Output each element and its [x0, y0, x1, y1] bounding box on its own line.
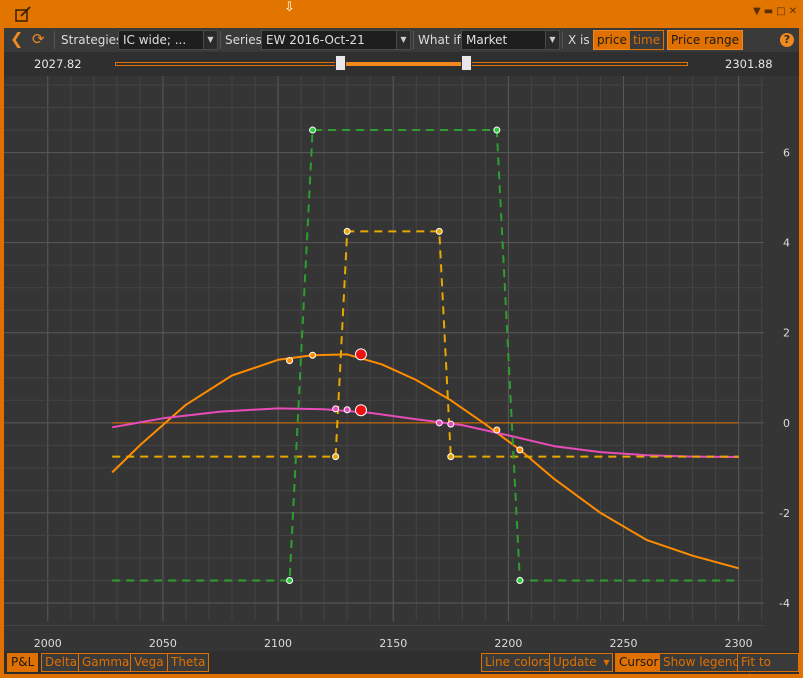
- tab-vega[interactable]: Vega: [130, 653, 168, 672]
- y-tick-label: 4: [783, 237, 790, 250]
- x-tick-label: 2150: [379, 637, 407, 650]
- cursor-point[interactable]: [354, 404, 367, 417]
- series-select[interactable]: EW 2016-Oct-21 ▼: [261, 30, 411, 50]
- tab-gamma[interactable]: Gamma: [78, 653, 134, 672]
- curve-point[interactable]: [435, 227, 443, 235]
- y-tick-label: -2: [779, 507, 790, 520]
- whatif-label: What if: [418, 33, 461, 47]
- update-button[interactable]: Update ▼: [549, 653, 614, 672]
- close-icon[interactable]: ✕: [789, 6, 797, 17]
- curve-point[interactable]: [435, 419, 443, 427]
- pin-icon[interactable]: ⇩: [284, 0, 295, 15]
- chevron-down-icon[interactable]: ▼: [203, 31, 217, 49]
- y-tick-label: 0: [783, 417, 790, 430]
- tab-pnl[interactable]: P&L: [7, 653, 39, 672]
- refresh-icon[interactable]: ⟳: [32, 30, 45, 50]
- curve-point[interactable]: [493, 126, 501, 134]
- line-colors-button[interactable]: Line colors: [481, 653, 554, 672]
- xis-label: X is: [568, 33, 590, 47]
- y-tick-label: -4: [779, 597, 790, 610]
- curve-point[interactable]: [447, 420, 455, 428]
- curve-point[interactable]: [332, 453, 340, 461]
- curve-point[interactable]: [286, 576, 294, 584]
- toolbar-divider: [562, 31, 563, 49]
- curve-point[interactable]: [493, 426, 501, 434]
- bottom-toolbar: P&L Delta Gamma Vega Theta Line colors U…: [4, 651, 799, 678]
- x-tick-label: 2100: [264, 637, 292, 650]
- series-line-1[interactable]: [112, 407, 739, 458]
- update-label: Update: [553, 655, 597, 669]
- series-line-0[interactable]: [111, 353, 739, 570]
- strategies-select[interactable]: IC wide; ... ▼: [118, 30, 218, 50]
- help-icon[interactable]: ?: [780, 33, 794, 47]
- time-button[interactable]: time: [629, 30, 665, 50]
- x-tick-label: 2050: [149, 637, 177, 650]
- x-tick-label: 2300: [725, 637, 753, 650]
- range-min-label: 2027.82: [34, 57, 82, 71]
- show-legend-button[interactable]: Show legend: [659, 653, 745, 672]
- chevron-down-icon: ▼: [603, 658, 610, 667]
- curve-point[interactable]: [309, 126, 317, 134]
- fit-to-view-button[interactable]: Fit to view: [737, 653, 799, 678]
- toolbar-divider: [220, 31, 221, 49]
- curve-point[interactable]: [332, 405, 340, 413]
- window-controls: ▼ ▬ □ ✕: [753, 6, 797, 17]
- curve-point[interactable]: [309, 351, 317, 359]
- minimize-icon[interactable]: ▬: [764, 6, 773, 17]
- x-tick-label: 2250: [610, 637, 638, 650]
- curve-point[interactable]: [343, 406, 351, 414]
- tab-delta[interactable]: Delta: [41, 653, 82, 672]
- whatif-value: Market: [466, 33, 508, 47]
- y-tick-label: 6: [783, 147, 790, 160]
- strategies-label: Strategies: [61, 33, 123, 47]
- price-button[interactable]: price: [593, 30, 631, 50]
- x-tick-label: 2000: [34, 637, 62, 650]
- dropdown-icon[interactable]: ▼: [753, 6, 761, 17]
- chevron-down-icon[interactable]: ▼: [396, 31, 410, 49]
- curve-point[interactable]: [286, 357, 294, 365]
- curve-point[interactable]: [516, 446, 524, 454]
- series-value: EW 2016-Oct-21: [266, 33, 365, 47]
- toolbar-divider: [413, 31, 414, 49]
- curve-point[interactable]: [447, 453, 455, 461]
- tab-theta[interactable]: Theta: [167, 653, 210, 672]
- cursor-point[interactable]: [354, 348, 367, 361]
- range-max-label: 2301.88: [725, 57, 773, 71]
- curve-point[interactable]: [343, 227, 351, 235]
- chevron-down-icon[interactable]: ▼: [545, 31, 559, 49]
- slider-high-handle[interactable]: [461, 55, 473, 71]
- slider-selected-range: [340, 62, 467, 66]
- back-arrow-icon[interactable]: ❮: [10, 30, 23, 50]
- x-tick-label: 2200: [494, 637, 522, 650]
- price-range-slider: 2027.82 2301.88: [4, 52, 799, 76]
- title-bar: ⇩ ▼ ▬ □ ✕: [0, 0, 803, 28]
- series-label: Series: [225, 33, 262, 47]
- toolbar-divider: [54, 31, 55, 49]
- chart-svg[interactable]: 2000 2050 2100 2150 2200 2250 2300 6 4 2 0 -2 -4: [4, 76, 799, 651]
- y-tick-label: 2: [783, 327, 790, 340]
- edit-window-icon[interactable]: [14, 5, 32, 23]
- whatif-select[interactable]: Market ▼: [461, 30, 560, 50]
- toolbar: ❮ ⟳ Strategies IC wide; ... ▼ Series EW …: [4, 28, 799, 52]
- strategies-value: IC wide; ...: [123, 33, 187, 47]
- slider-low-handle[interactable]: [335, 55, 347, 71]
- maximize-icon[interactable]: □: [776, 6, 785, 17]
- price-range-button[interactable]: Price range: [667, 30, 743, 50]
- pnl-chart[interactable]: 2000 2050 2100 2150 2200 2250 2300 6 4 2 0 -2 -4: [4, 76, 799, 651]
- cursor-button[interactable]: Cursor: [615, 653, 663, 672]
- curve-point[interactable]: [516, 576, 524, 584]
